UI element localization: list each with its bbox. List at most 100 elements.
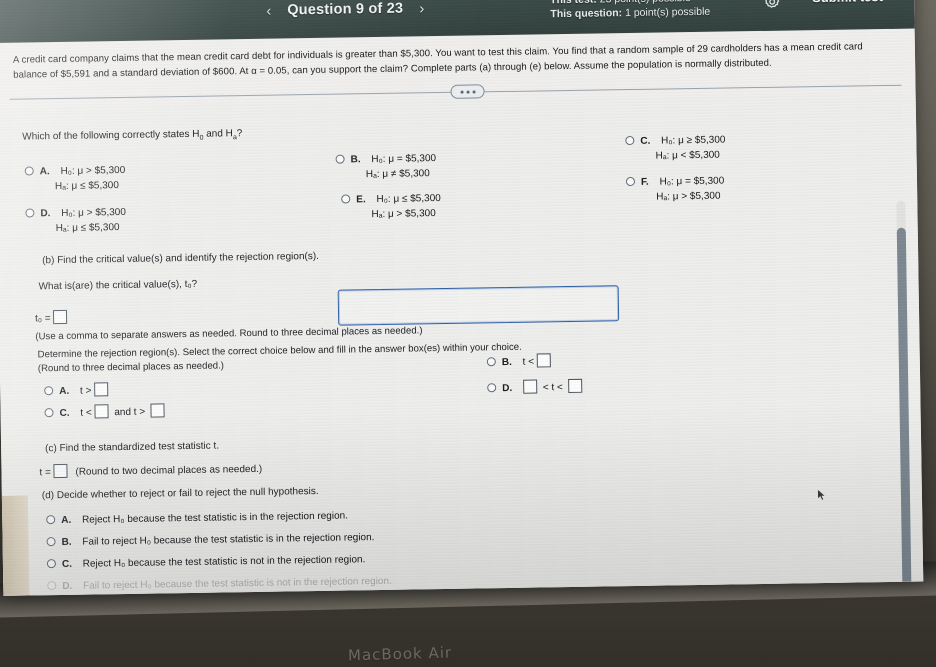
option-a-alt: Hₐ: μ ≤ $5,300 (54, 180, 119, 193)
radio-option-d-c[interactable] (46, 559, 56, 569)
option-b-part-b-text: t < (522, 356, 535, 368)
option-c-alt: Hₐ: μ < $5,300 (655, 149, 720, 162)
option-d-part-b-input-1[interactable] (522, 379, 538, 394)
option-e-alt: Hₐ: μ > $5,300 (371, 208, 436, 221)
radio-option-b-c[interactable] (44, 408, 54, 418)
radio-option-d-b[interactable] (46, 537, 56, 547)
t-label: t = (39, 467, 51, 479)
option-d-alt: Hₐ: μ ≤ $5,300 (55, 222, 120, 235)
t0-input[interactable] (53, 309, 68, 325)
option-f-part-a[interactable]: F. H₀: μ = $5,300 Hₐ: μ > $5,300 (625, 175, 725, 204)
option-a-part-d[interactable]: A. Reject H₀ because the test statistic … (46, 511, 348, 527)
question-navigation: ‹ Question 9 of 23 › (266, 0, 424, 19)
option-c-part-b-text-pre: t < (80, 407, 92, 419)
part-a-prompt-mid: and H (203, 128, 233, 140)
radio-option-b-d[interactable] (487, 383, 497, 393)
radio-option-b[interactable] (335, 154, 345, 164)
option-a-part-b-key: A. (59, 385, 70, 398)
option-a-part-d-text: Reject H₀ because the test statistic is … (81, 510, 349, 526)
option-d-part-d[interactable]: D. Fail to reject H₀ because the test st… (47, 576, 392, 592)
t0-label: t₀ = (34, 313, 51, 325)
option-c-part-d-text: Reject H₀ because the test statistic is … (82, 554, 366, 570)
radio-option-b-a[interactable] (44, 386, 54, 396)
this-question-value: 1 point(s) possible (624, 5, 711, 20)
page-title: Question 9 of 23 (287, 0, 404, 19)
macbook-brand-label: MacBook Air (347, 643, 453, 665)
ellipsis-dot (466, 90, 470, 94)
option-b-part-d[interactable]: B. Fail to reject H₀ because the test st… (46, 532, 375, 549)
option-c-part-b-input-1[interactable] (94, 404, 109, 419)
option-e-null: H₀: μ ≤ $5,300 (376, 193, 441, 206)
option-b-part-b-input[interactable] (536, 353, 551, 368)
laptop-screen: ‹ Question 9 of 23 › This test: 23 point… (0, 0, 924, 596)
option-d-part-a[interactable]: D. H₀: μ > $5,300 Hₐ: μ ≤ $5,300 (25, 207, 126, 235)
part-a-prompt-post: ? (236, 128, 243, 140)
option-a-part-b-input[interactable] (94, 382, 109, 397)
option-b-alt: Hₐ: μ ≠ $5,300 (365, 168, 430, 181)
radio-option-c[interactable] (625, 135, 635, 146)
option-b-null: H₀: μ = $5,300 (371, 153, 437, 166)
radio-option-b-b[interactable] (486, 357, 496, 367)
part-b-question: What is(are) the critical value(s), t₀? (38, 278, 198, 293)
option-c-part-d[interactable]: C. Reject H₀ because the test statistic … (46, 554, 366, 570)
option-d-part-d-text: Fail to reject H₀ because the test stati… (82, 575, 392, 592)
previous-question-arrow[interactable]: ‹ (266, 2, 271, 19)
t0-answer-row: t₀ = (34, 309, 68, 326)
option-b-part-b-key: B. (501, 356, 512, 369)
option-c-part-b-input-2[interactable] (150, 403, 166, 418)
option-b-key: B. (350, 154, 361, 166)
submit-test-button[interactable]: Submit test (812, 0, 883, 5)
part-b-hint: (Use a comma to separate answers as need… (35, 325, 423, 343)
gear-icon[interactable] (763, 0, 781, 11)
problem-text: A credit card company claims that the me… (12, 41, 863, 81)
option-a-part-b[interactable]: A. t > (44, 382, 109, 398)
option-c-key: C. (640, 135, 651, 147)
option-a-null: H₀: μ > $5,300 (60, 164, 126, 177)
option-f-alt: Hₐ: μ > $5,300 (656, 190, 721, 203)
t-input[interactable] (53, 463, 68, 479)
option-c-part-b[interactable]: C. t < and t > (44, 403, 166, 420)
radio-option-f[interactable] (625, 176, 636, 187)
option-e-key: E. (356, 194, 366, 206)
part-a-prompt-pre: Which of the following correctly states … (22, 128, 200, 143)
option-c-part-b-key: C. (59, 407, 70, 420)
option-d-null: H₀: μ > $5,300 (61, 206, 126, 219)
option-b-part-b[interactable]: B. t < (486, 353, 551, 369)
radio-option-e[interactable] (341, 194, 351, 204)
radio-option-a[interactable] (24, 166, 34, 176)
option-b-part-d-key: B. (61, 536, 72, 549)
determine-rejection-line2: (Round to three decimal places as needed… (37, 360, 225, 375)
option-d-part-b-input-2[interactable] (568, 378, 583, 394)
option-a-part-d-key: A. (61, 514, 72, 527)
radio-option-d[interactable] (25, 208, 35, 218)
option-c-part-b-text-mid: and t > (114, 406, 146, 419)
next-question-arrow[interactable]: › (419, 0, 424, 17)
determine-rejection-line1: Determine the rejection region(s). Selec… (37, 341, 522, 361)
part-b-heading: (b) Find the critical value(s) and ident… (42, 250, 320, 267)
radio-option-d-a[interactable] (46, 515, 56, 525)
option-a-key: A. (39, 166, 50, 178)
radio-option-d-d[interactable] (47, 581, 57, 591)
ellipsis-icon[interactable] (450, 84, 485, 99)
this-question-points: This question: 1 point(s) possible (550, 5, 710, 22)
option-f-null: H₀: μ = $5,300 (659, 175, 725, 188)
option-d-part-b-text-mid: < t < (542, 382, 563, 394)
option-a-part-b-text: t > (79, 385, 92, 397)
points-summary: This test: 23 point(s) possible This que… (550, 0, 710, 21)
ellipsis-dot (460, 90, 464, 94)
option-c-null: H₀: μ ≥ $5,300 (661, 134, 726, 147)
option-e-part-a[interactable]: E. H₀: μ ≤ $5,300 Hₐ: μ > $5,300 (341, 193, 441, 221)
desk-edge-strip (1, 495, 30, 596)
this-test-label: This test: (550, 0, 597, 6)
scrollbar-thumb[interactable] (896, 227, 912, 596)
part-a-prompt: Which of the following correctly states … (22, 127, 242, 147)
laptop-photo: MacBook Air ‹ Question 9 of 23 › This te… (0, 0, 936, 667)
option-a-part-a[interactable]: A. H₀: μ > $5,300 Hₐ: μ ≤ $5,300 (24, 164, 126, 193)
part-c-heading: (c) Find the standardized test statistic… (45, 440, 220, 455)
option-d-key: D. (40, 208, 51, 220)
option-c-part-a[interactable]: C. H₀: μ ≥ $5,300 Hₐ: μ < $5,300 (625, 135, 726, 163)
option-b-part-d-text: Fail to reject H₀ because the test stati… (82, 532, 375, 548)
option-b-part-a[interactable]: B. H₀: μ = $5,300 Hₐ: μ ≠ $5,300 (335, 153, 437, 181)
option-d-part-b[interactable]: D. < t < (487, 378, 583, 395)
option-d-part-b-key: D. (502, 382, 513, 395)
